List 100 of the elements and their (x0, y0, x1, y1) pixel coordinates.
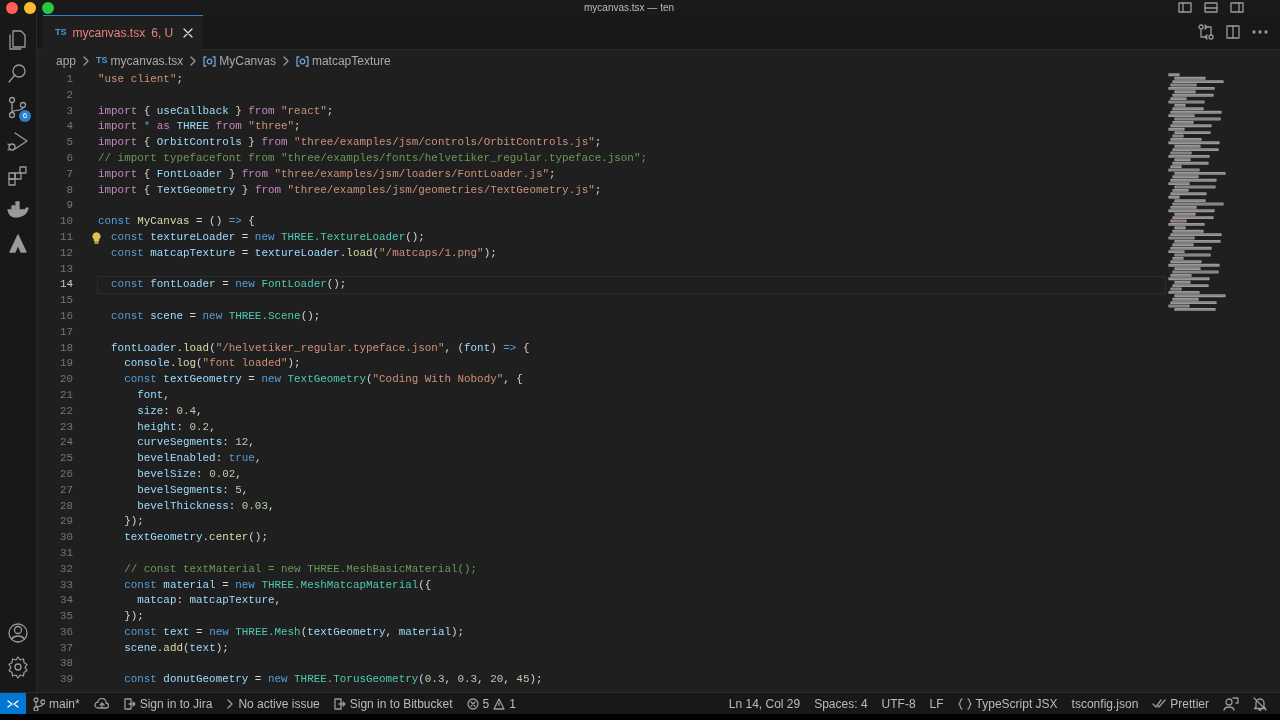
window-title: mycanvas.tsx — ten (584, 1, 675, 15)
line-number: 39 (58, 672, 73, 688)
code-line: bevelThickness: 0.03, (136, 499, 275, 512)
secondary-sidebar-toggle-icon[interactable] (1230, 2, 1244, 13)
code-line: import { FontLoader } from "three/examples/jsm/loaders/FontLoader.js"; (98, 167, 556, 180)
line-number: 20 (58, 372, 73, 388)
code-line: size: 0.4, (136, 404, 203, 417)
remote-button[interactable] (0, 693, 26, 714)
line-number: 1 (65, 72, 73, 87)
compare-changes-icon[interactable] (1198, 24, 1214, 40)
sign-in-icon (123, 697, 136, 710)
warning-count: 1 (509, 695, 516, 713)
minimize-button[interactable] (24, 1, 36, 14)
line-number: 33 (58, 577, 73, 593)
line-number: 17 (58, 324, 73, 340)
breadcrumb-item[interactable]: app (56, 52, 77, 70)
code-line: import { useCallback } from "react"; (98, 104, 334, 117)
code-line: const donutGeometry = new THREE.TorusGeometry(0.3, 0.3, 20, 45); (123, 673, 543, 686)
code-line: matcap: matcapTexture, (136, 594, 282, 607)
status-item[interactable]: Spaces: 4 (807, 693, 875, 714)
status-item[interactable]: UTF-8 (874, 693, 923, 714)
code-line: fontLoader.load("/helvetiker_regular.typeface.json", (font) => { (110, 341, 530, 354)
status-label: Spaces: 4 (814, 695, 868, 713)
error-count: 5 (482, 695, 490, 713)
line-number: 2 (65, 87, 73, 103)
status-label: LF (929, 695, 944, 713)
status-label: main* (49, 695, 80, 713)
branch-icon (33, 696, 45, 711)
line-number: 12 (58, 245, 73, 261)
code-line: const textureLoader = new THREE.TextureLoader(); (110, 230, 425, 243)
line-number: 9 (65, 198, 73, 214)
badge: 6 (19, 110, 31, 122)
status-item[interactable]: Prettier (1145, 693, 1216, 714)
line-number: 34 (58, 593, 73, 609)
line-number: 24 (58, 435, 73, 451)
extensions-icon[interactable] (6, 164, 30, 188)
code-line: const text = new THREE.Mesh(textGeometry, material); (123, 625, 465, 638)
line-number: 5 (65, 135, 73, 151)
close-button[interactable] (6, 1, 18, 14)
panel-toggle-icon[interactable] (1204, 2, 1218, 13)
account-icon[interactable] (6, 621, 30, 645)
run-debug-icon[interactable] (6, 130, 30, 154)
status-item[interactable]: No active issue (219, 693, 327, 714)
lightbulb-icon[interactable] (92, 231, 101, 244)
code-line: textGeometry.center(); (123, 531, 268, 544)
code-line: const fontLoader = new FontLoader(); (110, 278, 347, 291)
code-line: scene.add(text); (123, 641, 229, 654)
line-number: 3 (65, 103, 73, 119)
double-check-icon (1152, 698, 1167, 709)
line-number: 28 (58, 498, 73, 514)
status-item[interactable]: LF (922, 693, 951, 714)
code-line: // const textMaterial = new THREE.MeshBasicMaterial(); (123, 562, 478, 575)
code-line: bevelSegments: 5, (136, 483, 249, 496)
line-number: 29 (58, 514, 73, 530)
status-item[interactable]: TypeScript JSX (950, 693, 1065, 714)
sidebar-toggle-icon[interactable] (1178, 2, 1192, 13)
line-number: 16 (58, 308, 73, 324)
status-label: Ln 14, Col 29 (728, 695, 801, 713)
sign-in-icon (333, 697, 346, 710)
line-number: 36 (58, 624, 73, 640)
line-number: 30 (58, 530, 73, 546)
file-status: 6, U (151, 25, 174, 42)
editor-tab[interactable]: TS mycanvas.tsx 6, U (43, 15, 204, 50)
line-number: 22 (58, 403, 73, 419)
file-type-label: TS (96, 54, 108, 68)
split-editor-icon[interactable] (1226, 25, 1240, 39)
error-icon (466, 697, 479, 710)
status-label: tsconfig.json (1071, 695, 1139, 713)
status-item[interactable]: 5 1 (459, 693, 523, 714)
code-line: import * as THREE from "three"; (98, 120, 301, 133)
line-number: 25 (58, 451, 73, 467)
line-number: 18 (58, 340, 73, 356)
more-actions-icon[interactable] (1252, 30, 1268, 34)
line-number: 13 (58, 261, 73, 277)
line-number: 11 (58, 229, 73, 245)
line-number: 26 (58, 466, 73, 482)
settings-icon[interactable] (6, 655, 30, 679)
status-item[interactable]: Sign in to Bitbucket (326, 693, 460, 714)
status-item[interactable]: Ln 14, Col 29 (721, 693, 808, 714)
zoom-button[interactable] (42, 1, 54, 14)
code-line: const MyCanvas = () => { (98, 215, 255, 228)
breadcrumb-item[interactable]: mycanvas.tsx (110, 52, 184, 70)
code-line: const scene = new THREE.Scene(); (110, 309, 321, 322)
line-number: 19 (58, 356, 73, 372)
breadcrumb-item[interactable]: MyCanvas (219, 52, 276, 70)
breadcrumb-item[interactable]: matcapTexture (311, 52, 391, 70)
code-line: const matcapTexture = textureLoader.load("/matcaps/1.png"); (110, 246, 497, 259)
line-number: 37 (58, 640, 73, 656)
line-number: 10 (58, 214, 73, 230)
status-item[interactable]: tsconfig.json (1064, 693, 1146, 714)
status-label: No active issue (238, 695, 320, 713)
code-line: font, (136, 388, 170, 401)
line-number: 4 (65, 119, 73, 135)
chevron-icon (226, 698, 235, 709)
code-line: console.log("font loaded"); (123, 357, 301, 370)
status-item[interactable]: main* (26, 693, 87, 714)
status-item[interactable]: Sign in to Jira (116, 693, 220, 714)
close-icon[interactable] (183, 28, 194, 38)
line-number: 8 (65, 182, 73, 198)
code-line: import { OrbitControls } from "three/examples/jsm/controls/OrbitControls.js"; (98, 136, 602, 149)
